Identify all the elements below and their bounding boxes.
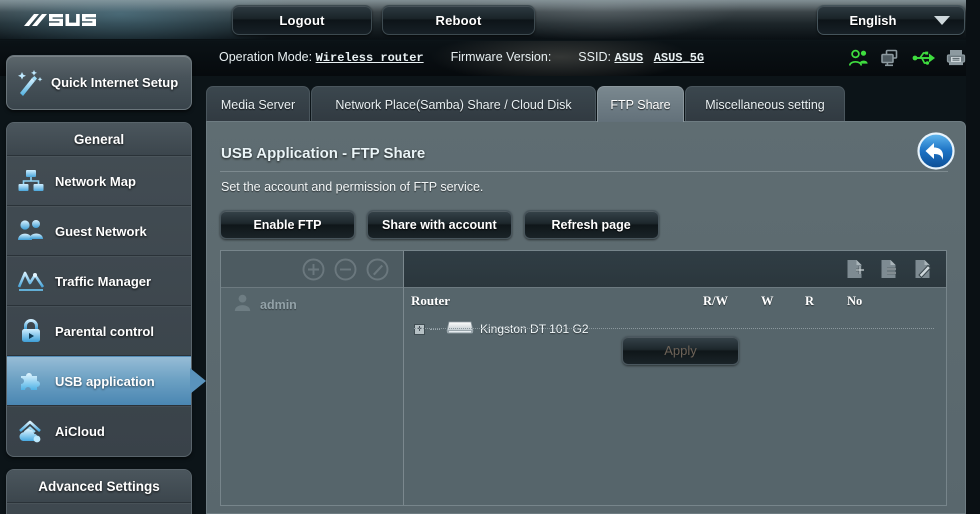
ssid-5g-value[interactable]: ASUS_5G (654, 51, 704, 65)
tab-miscellaneous-label: Miscellaneous setting (705, 97, 825, 112)
tab-bar: Media Server Network Place(Samba) Share … (206, 86, 966, 122)
chevron-down-icon (934, 15, 950, 25)
sidebar-group-general-header: General (7, 123, 191, 156)
remove-folder-icon[interactable] (878, 258, 900, 280)
puzzle-icon (7, 368, 55, 394)
refresh-page-button[interactable]: Refresh page (523, 210, 659, 239)
router-column-header: Router (411, 293, 450, 308)
logout-button[interactable]: Logout (232, 5, 372, 35)
enable-ftp-button[interactable]: Enable FTP (220, 210, 355, 239)
remove-user-icon[interactable] (334, 258, 357, 281)
ssid-2g-value[interactable]: ASUS (614, 51, 643, 65)
permission-header-rw: R/W (703, 294, 728, 308)
ssid-label: SSID: (578, 50, 611, 64)
title-divider (220, 171, 948, 172)
disk-drive-icon (445, 318, 475, 341)
language-value: English (849, 12, 897, 28)
reboot-button[interactable]: Reboot (382, 5, 535, 35)
file-tree-header: Router R/W W R No (404, 288, 946, 316)
list-item[interactable]: admin (221, 288, 403, 322)
clients-icon[interactable] (848, 49, 870, 67)
operation-mode-value[interactable]: Wireless router (316, 51, 424, 65)
sidebar-item-advanced-first[interactable] (7, 503, 191, 514)
share-with-account-button[interactable]: Share with account (367, 210, 512, 239)
top-bar: Logout Reboot English (0, 0, 980, 40)
tab-network-place-samba-share-cloud-disk[interactable]: Network Place(Samba) Share / Cloud Disk (311, 86, 596, 122)
sidebar-group-general: General Network Map Guest Network Traffi… (6, 122, 206, 457)
action-button-row: Enable FTP Share with account Refresh pa… (220, 210, 659, 239)
screens-icon[interactable] (880, 49, 902, 67)
sidebar-item-traffic-manager[interactable]: Traffic Manager (7, 256, 191, 306)
tab-network-place-label: Network Place(Samba) Share / Cloud Disk (335, 97, 572, 112)
sidebar-item-aicloud[interactable]: AiCloud (7, 406, 191, 456)
operation-mode-label: Operation Mode: (219, 50, 313, 64)
ftp-share-table: admin Router R/W W R No + Kingston DT 10… (220, 250, 947, 506)
enable-ftp-label: Enable FTP (253, 217, 322, 232)
sidebar-item-usb-application-label: USB application (55, 373, 155, 389)
status-icon-tray (848, 48, 966, 67)
guest-network-icon (7, 218, 55, 244)
sidebar-item-parental-control[interactable]: Parental control (7, 306, 191, 356)
asus-logo[interactable] (22, 9, 100, 31)
content-area: Media Server Network Place(Samba) Share … (206, 86, 966, 514)
file-tree-column: Router R/W W R No + Kingston DT 101 G2 A… (404, 251, 946, 505)
router-admin-page: Logout Reboot English Operation Mode: Wi… (0, 0, 980, 514)
sidebar-item-guest-network[interactable]: Guest Network (7, 206, 191, 256)
language-selector[interactable]: English (817, 5, 965, 35)
network-map-icon (7, 168, 55, 194)
sidebar-item-aicloud-label: AiCloud (55, 424, 105, 439)
add-user-icon[interactable] (302, 258, 325, 281)
tab-miscellaneous-setting[interactable]: Miscellaneous setting (685, 86, 845, 122)
status-summary: Operation Mode: Wireless router Firmware… (219, 50, 704, 65)
permission-header-w: W (761, 294, 774, 308)
apply-label: Apply (664, 343, 697, 358)
ftp-share-panel: USB Application - FTP Share Set the acco… (206, 121, 966, 514)
user-toolbar (221, 251, 403, 288)
edit-user-icon[interactable] (366, 258, 389, 281)
disk-label: Kingston DT 101 G2 (480, 322, 589, 336)
permission-header-no: No (847, 294, 863, 308)
add-folder-icon[interactable] (844, 258, 866, 280)
tab-media-server[interactable]: Media Server (206, 86, 310, 122)
folder-toolbar (404, 251, 946, 288)
user-avatar-icon (233, 293, 252, 317)
permission-header-r: R (805, 294, 815, 308)
sidebar-item-traffic-manager-label: Traffic Manager (55, 273, 152, 289)
apply-divider (414, 328, 934, 329)
tab-ftp-share[interactable]: FTP Share (597, 86, 684, 122)
sidebar-group-advanced-header: Advanced Settings (7, 470, 191, 503)
share-with-account-label: Share with account (382, 217, 497, 232)
back-arrow-icon[interactable] (917, 132, 955, 170)
refresh-page-label: Refresh page (551, 217, 631, 232)
sidebar-item-quick-internet-setup[interactable]: Quick Internet Setup (6, 55, 192, 110)
cloud-icon (7, 419, 55, 445)
apply-button[interactable]: Apply (622, 336, 739, 365)
tab-media-server-label: Media Server (220, 97, 296, 112)
traffic-manager-icon (7, 268, 55, 294)
sidebar-group-advanced: Advanced Settings (6, 469, 192, 514)
lock-icon (7, 318, 55, 344)
page-description: Set the account and permission of FTP se… (221, 180, 484, 194)
quick-internet-setup-label: Quick Internet Setup (51, 75, 179, 90)
sidebar-item-parental-control-label: Parental control (55, 323, 154, 339)
reboot-label: Reboot (435, 12, 482, 28)
sidebar: Quick Internet Setup General Network Map (6, 55, 206, 514)
sidebar-item-usb-application[interactable]: USB application (7, 356, 206, 406)
sidebar-item-network-map-label: Network Map (55, 173, 136, 189)
magic-wand-icon (7, 68, 51, 98)
printer-icon[interactable] (946, 48, 966, 67)
expand-node-icon[interactable]: + (414, 323, 425, 335)
rename-folder-icon[interactable] (912, 258, 934, 280)
user-name: admin (260, 298, 297, 312)
tab-ftp-share-label: FTP Share (610, 97, 671, 112)
usb-icon[interactable] (912, 49, 936, 67)
sidebar-item-guest-network-label: Guest Network (55, 223, 147, 239)
logout-label: Logout (279, 12, 325, 28)
firmware-version-label: Firmware Version: (450, 50, 552, 64)
right-edge-gutter (966, 0, 980, 514)
sidebar-item-network-map[interactable]: Network Map (7, 156, 191, 206)
page-title: USB Application - FTP Share (221, 145, 426, 162)
user-list-column: admin (221, 251, 404, 505)
